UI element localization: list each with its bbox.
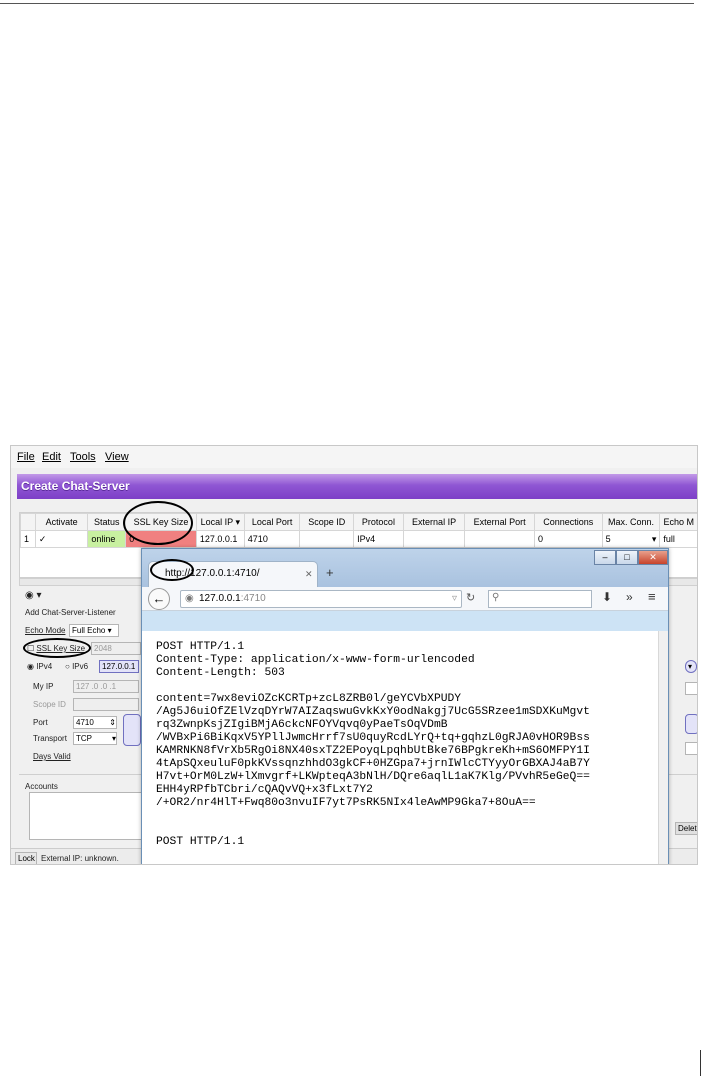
row-number: 1 bbox=[20, 530, 36, 548]
url-host: 127.0.0.1 bbox=[199, 593, 241, 604]
close-icon[interactable]: ✕ bbox=[638, 550, 668, 565]
transport-select[interactable]: TCP ▾ bbox=[73, 732, 117, 745]
listener-title: Add Chat-Server-Listener bbox=[25, 608, 116, 617]
menu-tools[interactable]: Tools bbox=[70, 451, 96, 463]
transport-label: Transport bbox=[33, 734, 67, 743]
ipv4-radio[interactable]: ◉ IPv4 bbox=[27, 662, 52, 671]
port-label: Port bbox=[33, 718, 48, 727]
add-button-right[interactable] bbox=[685, 714, 697, 734]
col-scope[interactable]: Scope ID bbox=[299, 513, 355, 531]
col-local-ip[interactable]: Local IP ▾ bbox=[195, 513, 245, 531]
ip-field[interactable]: 127.0.0.1 bbox=[99, 660, 139, 673]
new-tab-icon[interactable]: + bbox=[326, 565, 334, 580]
scope-label: Scope ID bbox=[33, 700, 66, 709]
my-ip-field[interactable]: 127 .0 .0 .1 bbox=[73, 680, 139, 693]
col-activate[interactable]: Activate bbox=[34, 513, 89, 531]
lock-button[interactable]: Lock bbox=[15, 852, 37, 864]
scope-field[interactable] bbox=[73, 698, 139, 711]
external-port-cell bbox=[464, 530, 535, 548]
browser-window: http://127.0.0.1:4710/ ✕ + – □ ✕ ← ◉ 127… bbox=[141, 548, 669, 864]
menu-circle-icon[interactable]: ◉ ▾ bbox=[25, 590, 42, 601]
accounts-label: Accounts bbox=[25, 782, 58, 791]
external-ip-cell bbox=[402, 530, 466, 548]
local-ip-cell: 127.0.0.1 bbox=[195, 530, 245, 548]
browser-infobar bbox=[142, 611, 668, 631]
browser-titlebar: http://127.0.0.1:4710/ ✕ + – □ ✕ bbox=[142, 549, 668, 587]
browser-navbar: ← ◉ 127.0.0.1:4710 ▿ ↻ ⚲ ⬇ » ≡ bbox=[142, 587, 668, 611]
browser-vertical-scrollbar[interactable] bbox=[658, 631, 668, 864]
annotation-oval-ssl bbox=[123, 501, 193, 545]
reload-icon[interactable]: ↻ bbox=[466, 591, 475, 604]
search-icon: ⚲ bbox=[492, 592, 500, 603]
col-external-port[interactable]: External Port bbox=[464, 513, 535, 531]
col-external-ip[interactable]: External IP bbox=[402, 513, 466, 531]
ip-dropdown[interactable]: ▾ bbox=[685, 660, 697, 673]
echo-cell: full bbox=[659, 530, 697, 548]
right-field-2[interactable] bbox=[685, 742, 697, 755]
activate-checkbox[interactable]: ✓ bbox=[34, 530, 89, 548]
annotation-oval-http bbox=[150, 559, 194, 581]
col-protocol[interactable]: Protocol bbox=[353, 513, 404, 531]
hamburger-menu-icon[interactable]: ≡ bbox=[648, 589, 656, 604]
page-top-rule bbox=[0, 3, 694, 4]
annotation-oval-ssl-size bbox=[23, 638, 91, 658]
status-cell: online bbox=[87, 530, 127, 548]
col-connections[interactable]: Connections bbox=[533, 513, 603, 531]
col-rownum bbox=[20, 513, 36, 531]
more-tools-icon[interactable]: » bbox=[626, 590, 633, 604]
app-window: File Edit Tools View Create Chat-Server … bbox=[10, 445, 698, 865]
external-ip-status: External IP: unknown. bbox=[41, 854, 119, 863]
section-header: Create Chat-Server bbox=[17, 474, 697, 499]
download-icon[interactable]: ⬇ bbox=[602, 590, 612, 604]
ipv6-radio[interactable]: ○ IPv6 bbox=[65, 662, 88, 671]
back-arrow-icon[interactable]: ← bbox=[148, 588, 170, 610]
table-row[interactable]: 1 ✓ online 0 127.0.0.1 4710 IPv4 0 5 ▾ fu… bbox=[20, 530, 697, 548]
echo-mode-label: Echo Mode bbox=[25, 626, 66, 635]
local-port-cell: 4710 bbox=[243, 530, 301, 548]
scope-cell bbox=[299, 530, 355, 548]
globe-icon: ◉ bbox=[185, 593, 194, 604]
port-stepper[interactable]: 4710 ⇕ bbox=[73, 716, 117, 729]
url-bar[interactable]: ◉ 127.0.0.1:4710 ▿ bbox=[180, 590, 462, 608]
col-local-port[interactable]: Local Port bbox=[243, 513, 301, 531]
menu-view[interactable]: View bbox=[105, 451, 129, 463]
minimize-icon[interactable]: – bbox=[594, 550, 616, 565]
delete-button[interactable]: Delete bbox=[675, 822, 697, 835]
right-field-1[interactable] bbox=[685, 682, 697, 695]
maximize-icon[interactable]: □ bbox=[616, 550, 638, 565]
protocol-cell: IPv4 bbox=[353, 530, 404, 548]
tab-close-icon[interactable]: ✕ bbox=[305, 569, 313, 580]
ssl-size-field[interactable]: 2048 bbox=[91, 642, 141, 655]
max-conn-select[interactable]: 5 ▾ bbox=[601, 530, 661, 548]
add-button[interactable] bbox=[123, 714, 141, 746]
days-valid-label: Days Valid bbox=[33, 752, 71, 761]
echo-mode-select[interactable]: Full Echo ▾ bbox=[69, 624, 119, 637]
menu-edit[interactable]: Edit bbox=[42, 451, 61, 463]
search-input[interactable]: ⚲ bbox=[488, 590, 592, 608]
url-port: :4710 bbox=[240, 593, 266, 604]
menu-file[interactable]: File bbox=[17, 451, 35, 463]
connections-cell: 0 bbox=[533, 530, 603, 548]
dropdown-icon[interactable]: ▿ bbox=[452, 591, 457, 607]
section-title: Create Chat-Server bbox=[21, 479, 130, 493]
response-body: POST HTTP/1.1 Content-Type: application/… bbox=[156, 641, 590, 848]
col-status[interactable]: Status bbox=[87, 513, 127, 531]
col-echo[interactable]: Echo M bbox=[659, 513, 697, 531]
my-ip-label: My IP bbox=[33, 682, 54, 691]
menu-bar: File Edit Tools View bbox=[11, 446, 697, 468]
accounts-list[interactable] bbox=[29, 792, 149, 840]
col-max-conn[interactable]: Max. Conn. bbox=[601, 513, 661, 531]
